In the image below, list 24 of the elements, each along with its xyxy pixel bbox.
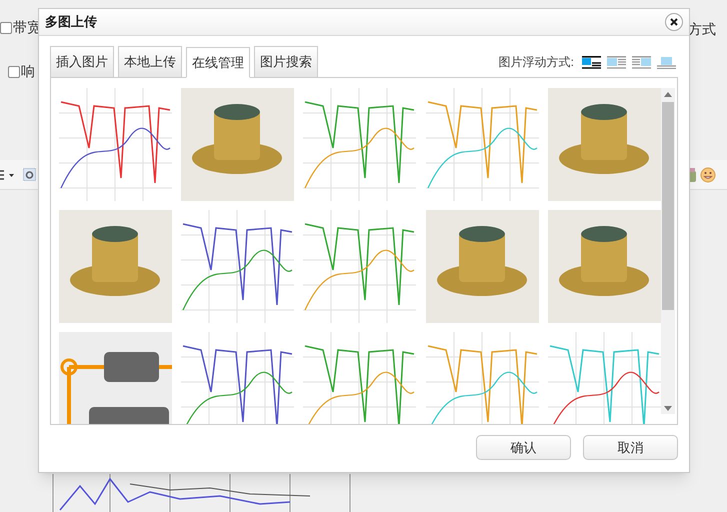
scrollbar-thumb[interactable] <box>662 102 674 310</box>
dialog-title: 多图上传 <box>45 13 97 32</box>
scroll-down-icon <box>664 406 672 411</box>
dialog-button[interactable]: 取消 <box>583 435 678 460</box>
float-right-icon[interactable] <box>632 56 651 68</box>
tab[interactable]: 插入图片 <box>50 46 114 77</box>
scrollbar[interactable] <box>661 88 675 414</box>
scroll-up-icon <box>664 92 672 97</box>
inline-image-icon[interactable] <box>582 56 601 68</box>
centered-image-icon[interactable] <box>657 56 676 68</box>
checkbox[interactable] <box>8 66 20 78</box>
dialog-button[interactable]: 确认 <box>476 435 571 460</box>
tab[interactable]: 在线管理 <box>186 47 250 78</box>
text-style-icon <box>23 168 36 181</box>
float-left-icon[interactable] <box>607 56 626 68</box>
float-mode-label: 图片浮动方式: <box>498 54 574 71</box>
checkbox-label: 响 <box>21 62 35 81</box>
close-icon <box>670 18 678 26</box>
tab[interactable]: 本地上传 <box>118 46 182 77</box>
close-button[interactable] <box>665 13 683 31</box>
tab[interactable]: 图片搜索 <box>254 46 318 77</box>
list-dropdown-icon <box>0 170 14 180</box>
checkbox[interactable] <box>0 22 12 34</box>
smiley-icon <box>700 167 716 183</box>
